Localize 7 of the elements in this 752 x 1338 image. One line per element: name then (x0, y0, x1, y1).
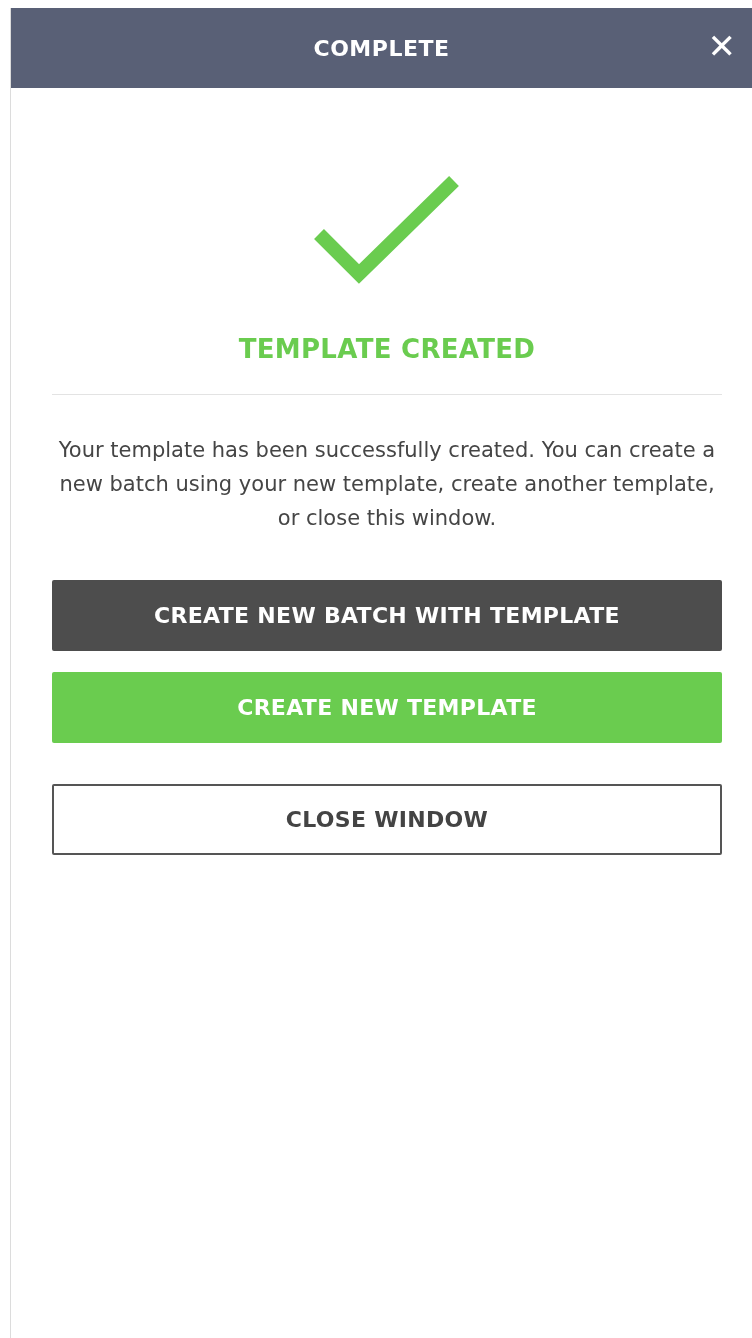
message-text: Your template has been successfully created. You can create a new batch using your new template, create another template, or close this window. (58, 437, 716, 532)
close-button[interactable]: ✕ (703, 26, 740, 66)
window-title: COMPLETE (313, 35, 450, 61)
close-window-button[interactable]: CLOSE WINDOW (52, 784, 722, 855)
checkmark-icon (314, 176, 460, 286)
success-heading: TEMPLATE CREATED (237, 334, 537, 364)
create-batch-button[interactable]: CREATE NEW BATCH WITH TEMPLATE (52, 580, 722, 651)
